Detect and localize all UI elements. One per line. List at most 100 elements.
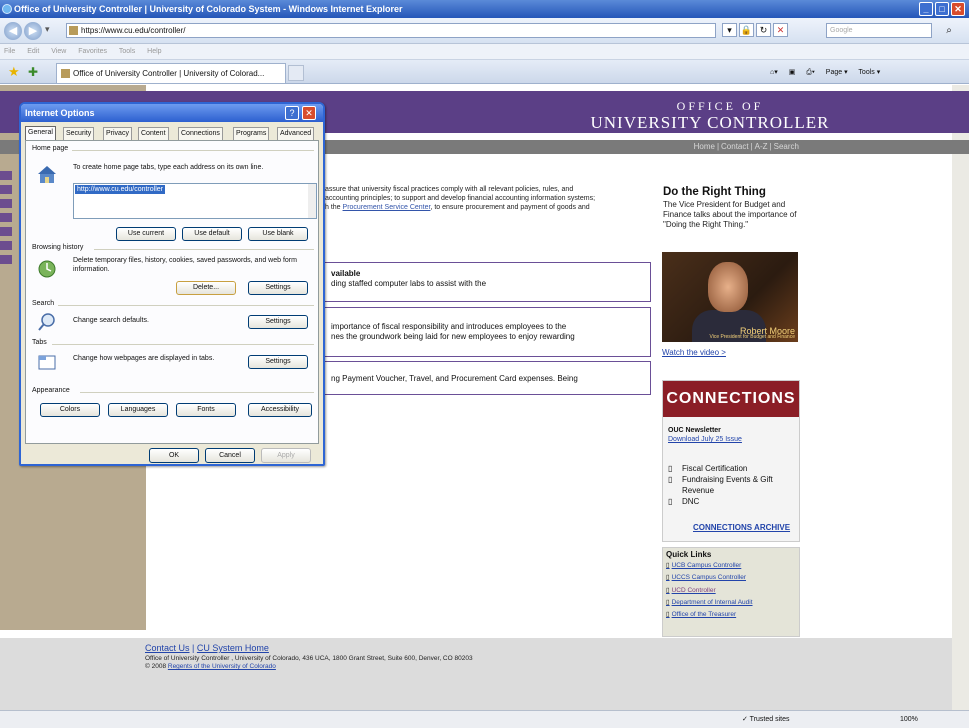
history-settings-button[interactable]: Settings: [248, 281, 308, 295]
zoom-level[interactable]: 100%: [900, 711, 918, 728]
address-bar[interactable]: https://www.cu.edu/controller/: [66, 23, 716, 38]
back-icon[interactable]: ◀: [4, 22, 22, 40]
menu-view[interactable]: View: [51, 48, 66, 55]
minimize-button[interactable]: _: [919, 2, 933, 16]
print-icon[interactable]: ⎙▾: [806, 69, 815, 76]
menu-favorites[interactable]: Favorites: [78, 48, 107, 55]
tab-connections[interactable]: Connections: [178, 127, 223, 140]
new-tab-button[interactable]: [288, 65, 304, 81]
use-current-button[interactable]: Use current: [116, 227, 176, 241]
connections-archive-link[interactable]: CONNECTIONS ARCHIVE: [693, 523, 790, 532]
delete-button[interactable]: Delete...: [176, 281, 236, 295]
connections-banner[interactable]: CONNECTIONS: [663, 381, 799, 417]
search-icon[interactable]: ⌕: [934, 23, 964, 38]
window-title: Office of University Controller | Univer…: [14, 4, 403, 14]
dtr-heading: Do the Right Thing: [663, 186, 766, 198]
history-icon: [38, 260, 56, 278]
menu-file[interactable]: File: [4, 48, 15, 55]
cancel-button[interactable]: Cancel: [205, 448, 255, 463]
connections-panel: CONNECTIONS OUC Newsletter Download July…: [662, 380, 800, 542]
trusted-sites-zone[interactable]: ✓ Trusted sites: [742, 711, 790, 728]
download-issue-link[interactable]: Download July 25 Issue: [668, 436, 742, 443]
tab-programs[interactable]: Programs: [233, 127, 270, 140]
forward-icon[interactable]: ▶: [24, 22, 42, 40]
tab-advanced[interactable]: Advanced: [277, 127, 315, 140]
quick-link[interactable]: ▯ UCB Campus Controller: [666, 560, 800, 572]
quick-link[interactable]: ▯ Office of the Treasurer: [666, 609, 800, 621]
bullet-icon: ▯: [666, 598, 670, 606]
search-text: Change search defaults.: [73, 317, 149, 324]
use-blank-button[interactable]: Use blank: [248, 227, 308, 241]
quick-links-list: ▯ UCB Campus Controller ▯ UCCS Campus Cont…: [666, 560, 800, 621]
close-button[interactable]: ✕: [951, 2, 965, 16]
feature-text: ng Payment Voucher, Travel, and Procurem…: [331, 374, 578, 383]
stop-icon[interactable]: ✕: [773, 23, 788, 37]
feature-text: ding staffed computer labs to assist wit…: [331, 279, 487, 288]
left-nav-marker: [0, 255, 12, 264]
video-caption: Vice President for Budget and Finance: [709, 334, 795, 340]
feeds-icon[interactable]: ▣: [789, 69, 796, 76]
tab-privacy[interactable]: Privacy: [103, 127, 132, 140]
quick-links-panel: Quick Links ▯ UCB Campus Controller ▯ UCCS…: [662, 547, 800, 637]
tools-menu[interactable]: Tools ▾: [858, 69, 880, 76]
ok-button[interactable]: OK: [149, 448, 199, 463]
fonts-button[interactable]: Fonts: [176, 403, 236, 417]
search-settings-button[interactable]: Settings: [248, 315, 308, 329]
favorites-star-icon[interactable]: ★: [8, 64, 20, 80]
left-nav-marker: [0, 241, 12, 250]
home-page-input[interactable]: http://www.cu.edu/controller: [73, 183, 317, 219]
help-button[interactable]: ?: [285, 106, 299, 120]
tab-security[interactable]: Security: [63, 127, 95, 140]
logo-title[interactable]: UNIVERSITY CONTROLLER: [590, 113, 830, 133]
regents-link[interactable]: Regents of the University of Colorado: [168, 663, 276, 670]
nav-search[interactable]: Search: [774, 142, 799, 151]
left-nav-marker: [0, 227, 12, 236]
tab-content[interactable]: Content: [138, 127, 169, 140]
colors-button[interactable]: Colors: [40, 403, 100, 417]
home-page-value: http://www.cu.edu/controller: [75, 185, 165, 194]
search-input[interactable]: Google: [826, 23, 932, 38]
quick-link-label: Office of the Treasurer: [671, 611, 737, 619]
left-nav-marker: [0, 171, 12, 180]
procurement-link[interactable]: Procurement Service Center: [343, 204, 431, 211]
scrollbar[interactable]: [952, 85, 969, 710]
tab-general[interactable]: General: [25, 126, 56, 140]
menu-bar: File Edit View Favorites Tools Help: [0, 44, 969, 60]
footer-links: Contact Us | CU System Home: [145, 643, 269, 653]
lock-icon[interactable]: 🔒: [739, 23, 754, 37]
search-label: Search: [32, 300, 55, 307]
quick-link[interactable]: ▯ UCD Controller: [666, 585, 800, 597]
video-thumbnail[interactable]: Robert Moore Vice President for Budget a…: [662, 252, 798, 342]
menu-edit[interactable]: Edit: [27, 48, 39, 55]
menu-tools[interactable]: Tools: [119, 48, 135, 55]
quick-link[interactable]: ▯ UCCS Campus Controller: [666, 572, 800, 584]
dialog-title: Internet Options: [25, 108, 95, 118]
dialog-close-button[interactable]: ✕: [302, 106, 316, 120]
address-dropdown-icon[interactable]: ▾: [722, 23, 737, 37]
use-default-button[interactable]: Use default: [182, 227, 242, 241]
apply-button[interactable]: Apply: [261, 448, 311, 463]
home-page-scrollbar[interactable]: [308, 184, 316, 218]
nav-a-z[interactable]: A-Z: [755, 142, 768, 151]
left-nav-marker: [0, 213, 12, 222]
home-icon[interactable]: ⌂▾: [770, 69, 778, 76]
languages-button[interactable]: Languages: [108, 403, 168, 417]
tab-current[interactable]: Office of University Controller | Univer…: [56, 63, 286, 83]
page-menu[interactable]: Page ▾: [826, 69, 848, 76]
nav-contact[interactable]: Contact: [721, 142, 749, 151]
quick-link[interactable]: ▯ Department of Internal Audit: [666, 597, 800, 609]
tabs-settings-button[interactable]: Settings: [248, 355, 308, 369]
newsletter-label: OUC Newsletter: [668, 427, 721, 434]
menu-help[interactable]: Help: [147, 48, 161, 55]
contact-us-link[interactable]: Contact Us: [145, 643, 190, 653]
refresh-icon[interactable]: ↻: [756, 23, 771, 37]
magnifier-icon: [38, 313, 55, 331]
maximize-button[interactable]: □: [935, 2, 949, 16]
history-dropdown-icon[interactable]: ▾: [45, 24, 50, 35]
accessibility-button[interactable]: Accessibility: [248, 403, 312, 417]
nav-home[interactable]: Home: [694, 142, 715, 151]
logo-subtitle: OFFICE OF: [676, 99, 764, 113]
cu-system-home-link[interactable]: CU System Home: [197, 643, 269, 653]
add-favorites-icon[interactable]: ✚: [28, 65, 38, 79]
watch-video-link[interactable]: Watch the video >: [662, 348, 726, 357]
